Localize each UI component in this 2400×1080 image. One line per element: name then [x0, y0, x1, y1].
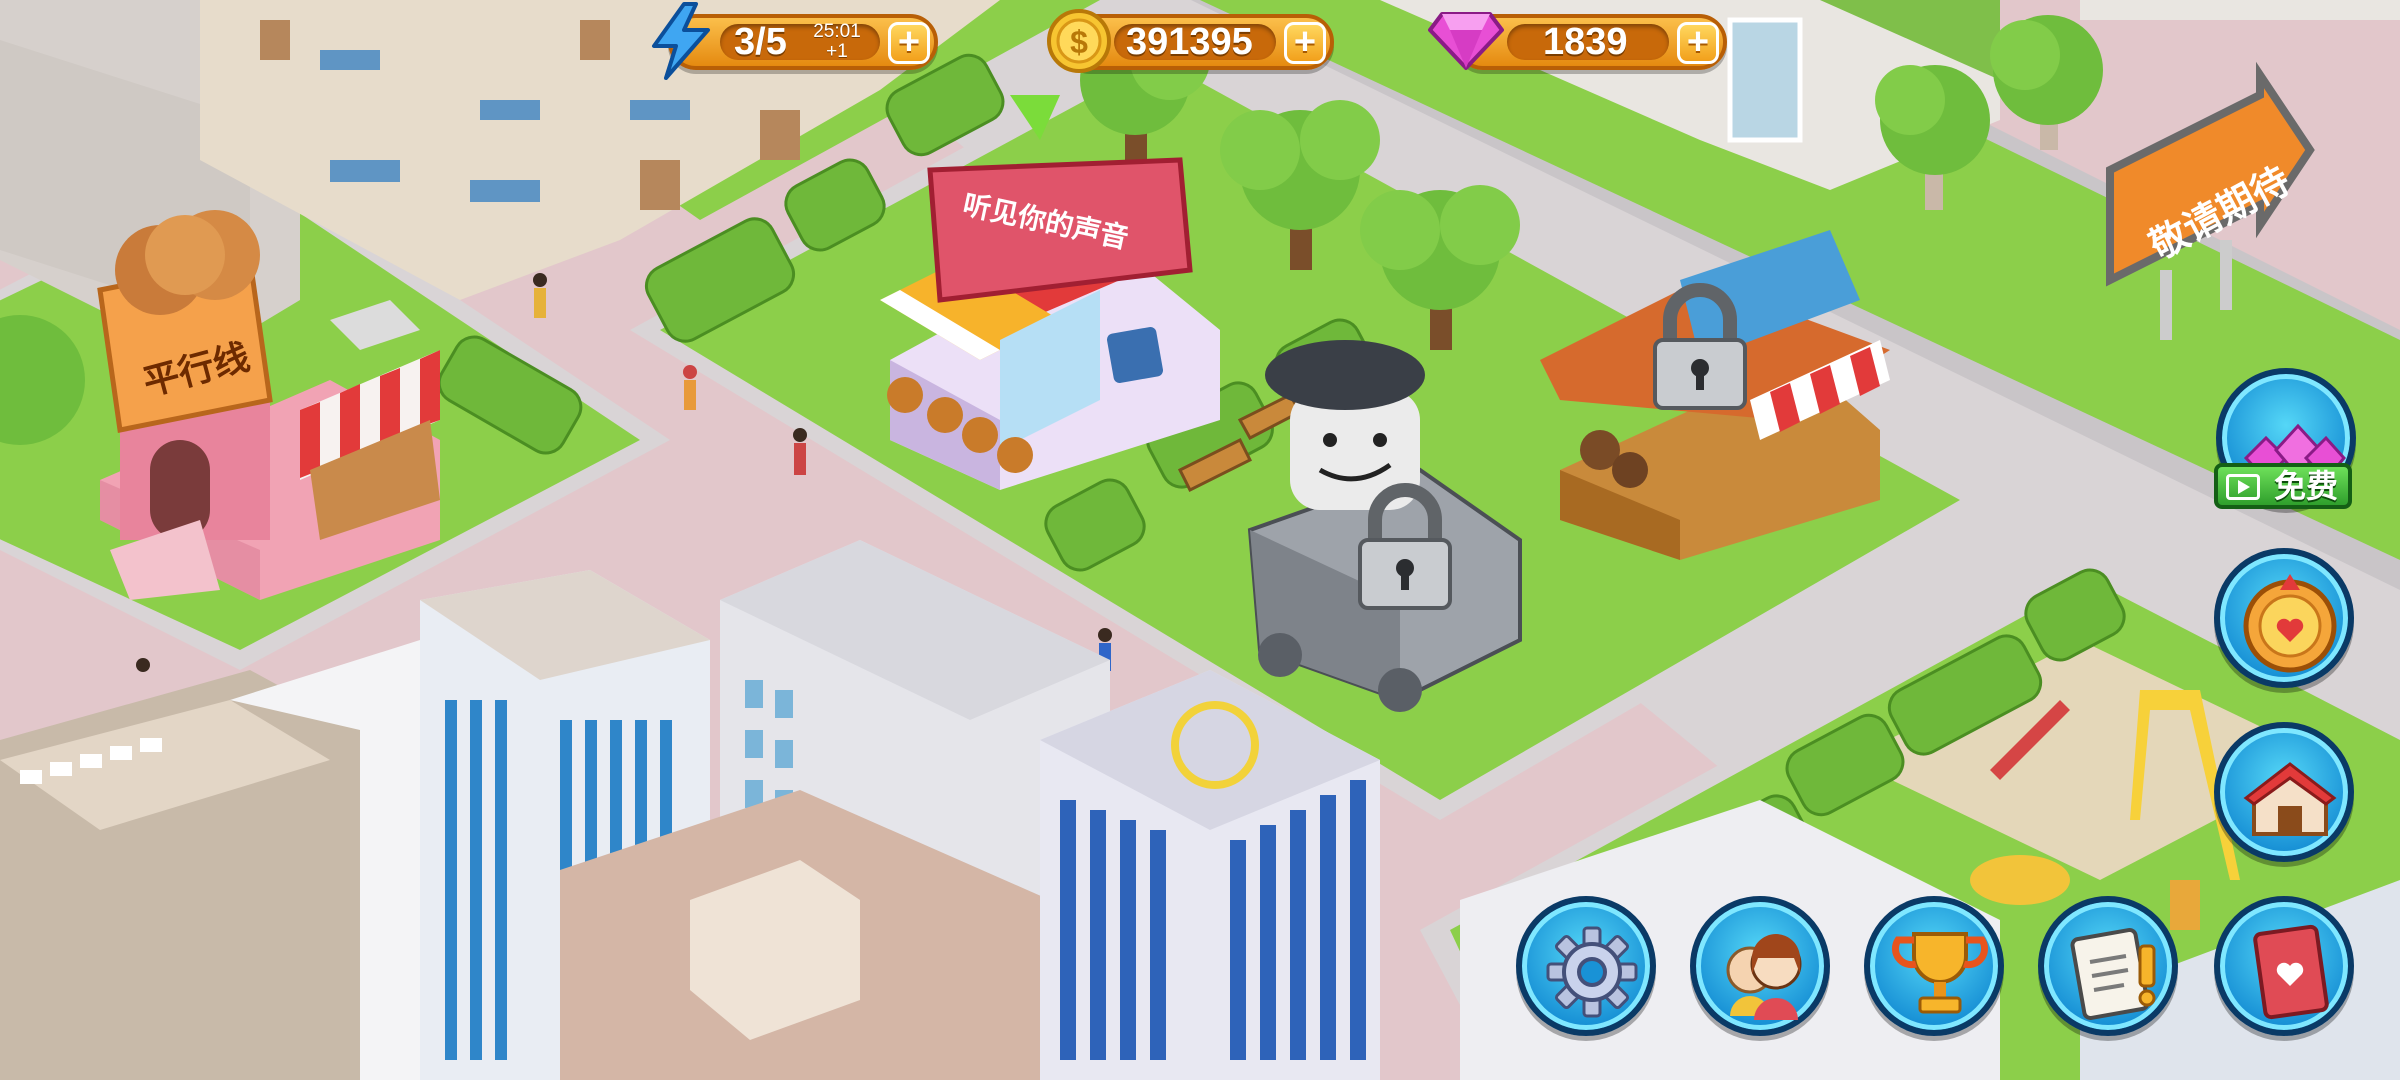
- free-label[interactable]: 免费: [2214, 463, 2352, 509]
- energy-timer: 25:01 +1: [802, 22, 872, 62]
- coins-value: 391395: [1126, 21, 1253, 63]
- settings-button[interactable]: [1516, 896, 1656, 1036]
- energy-timer-value: 25:01: [813, 21, 861, 42]
- achievements-button[interactable]: [1864, 896, 2004, 1036]
- shop-button[interactable]: [2214, 722, 2354, 862]
- recipe-book-icon: [2253, 924, 2329, 1020]
- trophy-icon: [1891, 932, 1989, 1014]
- spin-wheel-icon: [2243, 574, 2337, 673]
- gems-value: 1839: [1543, 21, 1628, 63]
- recipe-book-button[interactable]: [2214, 896, 2354, 1036]
- add-gems-button[interactable]: +: [1677, 22, 1719, 64]
- video-ad-icon: [2226, 474, 2260, 500]
- lightning-icon: [652, 2, 710, 80]
- city-map[interactable]: 平行线 听见你的声音 敬请期待: [0, 0, 2400, 1080]
- coin-icon: $: [1047, 9, 1111, 73]
- free-label-text: 免费: [2273, 468, 2338, 504]
- friends-icon: [1726, 934, 1802, 1020]
- add-energy-button[interactable]: +: [888, 22, 930, 64]
- settings-gear-icon: [1546, 926, 1638, 1018]
- friends-button[interactable]: [1690, 896, 1830, 1036]
- add-coins-button[interactable]: +: [1284, 22, 1326, 64]
- tasks-clipboard-icon: [2070, 928, 2156, 1020]
- free-gems-button[interactable]: 免费: [2212, 368, 2360, 518]
- gem-icon: [1428, 12, 1504, 70]
- energy-value: 3/5: [734, 21, 787, 63]
- svg-text:$: $: [1070, 24, 1088, 60]
- tasks-button[interactable]: [2038, 896, 2178, 1036]
- energy-timer-bonus: +1: [826, 41, 848, 62]
- shop-icon: [2243, 762, 2337, 836]
- spin-wheel-button[interactable]: [2214, 548, 2354, 688]
